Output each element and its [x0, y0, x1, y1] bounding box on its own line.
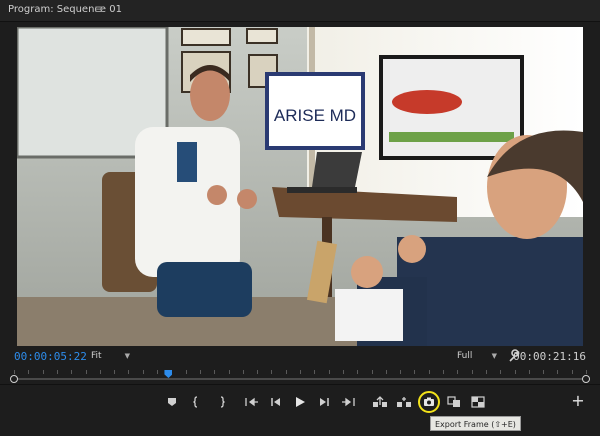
ruler-tick	[557, 370, 559, 374]
extract-icon	[397, 397, 411, 407]
ruler-tick	[528, 370, 530, 374]
ruler-tick	[471, 370, 473, 374]
ruler-tick	[85, 370, 87, 374]
ruler-tick	[543, 370, 545, 374]
go-to-in-button[interactable]	[242, 392, 262, 412]
ruler-tick	[285, 370, 287, 374]
ruler-tick	[300, 370, 301, 374]
ruler-tick	[199, 370, 201, 374]
step-forward-icon	[320, 398, 329, 406]
panel-title[interactable]: Program: Sequence 01	[8, 4, 122, 15]
chevron-down-icon: ▼	[491, 352, 497, 360]
zoom-level-select[interactable]: Fit ▼	[88, 349, 133, 363]
panel-header: Program: Sequence 01 ≡	[0, 0, 600, 22]
ruler-tick	[257, 370, 259, 374]
timeline-track[interactable]	[14, 378, 586, 380]
ruler-tick	[328, 370, 330, 374]
duration-timecode: 00:00:21:16	[513, 350, 586, 363]
mark-out-icon	[220, 396, 225, 408]
step-forward-button[interactable]	[314, 392, 334, 412]
play-button[interactable]	[290, 392, 310, 412]
step-back-button[interactable]	[266, 392, 286, 412]
ruler-tick	[157, 370, 158, 374]
ruler-tick	[28, 370, 30, 374]
ruler-tick	[242, 370, 244, 374]
ruler-tick	[185, 370, 187, 374]
ruler-tick	[571, 370, 573, 374]
comparison-view-icon	[447, 396, 460, 407]
add-marker-button[interactable]	[162, 392, 182, 412]
ruler-tick	[14, 370, 15, 374]
zoom-level-value: Fit	[91, 351, 102, 361]
ruler-tick	[114, 370, 116, 374]
add-marker-icon	[168, 398, 176, 406]
playhead[interactable]	[164, 370, 173, 378]
ruler-tick	[128, 370, 130, 374]
lift-button[interactable]	[370, 392, 390, 412]
ruler-tick	[385, 370, 387, 374]
export-frame-icon	[424, 397, 434, 406]
lift-icon	[373, 396, 387, 407]
export-frame-button[interactable]	[418, 391, 440, 413]
mark-in-icon	[193, 396, 198, 408]
ruler-tick	[500, 370, 502, 374]
ruler-tick	[142, 370, 144, 374]
ruler-tick	[414, 370, 416, 374]
mark-out-button[interactable]	[210, 392, 230, 412]
hamburger-menu-icon[interactable]: ≡	[94, 2, 104, 16]
program-monitor-video: ARISE MD	[17, 27, 583, 346]
ruler-tick	[400, 370, 402, 374]
go-to-in-icon	[245, 397, 258, 407]
current-timecode[interactable]: 00:00:05:22	[14, 350, 87, 363]
ruler-tick	[428, 370, 430, 374]
ruler-tick	[443, 370, 444, 374]
export-frame-tooltip: Export Frame (⇧+E)	[430, 416, 521, 431]
multi-camera-button[interactable]	[468, 392, 488, 412]
ruler-tick	[42, 370, 44, 374]
zoom-handle-left[interactable]	[10, 375, 18, 383]
go-to-out-icon	[342, 397, 355, 407]
playback-resolution-select[interactable]: Full ▼	[454, 349, 500, 363]
ruler-tick	[485, 370, 487, 374]
ruler-tick	[357, 370, 359, 374]
video-frame-image: ARISE MD	[17, 27, 583, 346]
chevron-down-icon: ▼	[124, 352, 130, 360]
ruler-tick	[214, 370, 216, 374]
ruler-tick	[586, 370, 587, 374]
mark-in-button[interactable]	[188, 392, 208, 412]
ruler-tick	[271, 370, 273, 374]
extract-button[interactable]	[394, 392, 414, 412]
ruler-tick	[228, 370, 230, 374]
ruler-tick	[514, 370, 516, 374]
ruler-tick	[314, 370, 316, 374]
divider	[0, 384, 600, 385]
zoom-handle-right[interactable]	[582, 375, 590, 383]
ruler-tick	[457, 370, 459, 374]
button-editor-add[interactable]: +	[571, 392, 585, 410]
comparison-view-button[interactable]	[444, 392, 464, 412]
play-icon	[296, 397, 305, 407]
ruler-tick	[71, 370, 73, 374]
ruler-tick	[99, 370, 101, 374]
go-to-out-button[interactable]	[338, 392, 358, 412]
ruler-tick	[342, 370, 344, 374]
time-ruler[interactable]	[14, 367, 587, 375]
step-back-icon	[271, 398, 280, 406]
ruler-tick	[371, 370, 373, 374]
ruler-tick	[56, 370, 58, 374]
monitor-info-row: 00:00:05:22 Fit ▼ Full ▼ 00:00:21:16	[0, 348, 600, 366]
monitor-brand-text: ARISE MD	[274, 106, 356, 125]
playback-resolution-value: Full	[457, 351, 473, 361]
multi-camera-icon	[471, 396, 485, 408]
